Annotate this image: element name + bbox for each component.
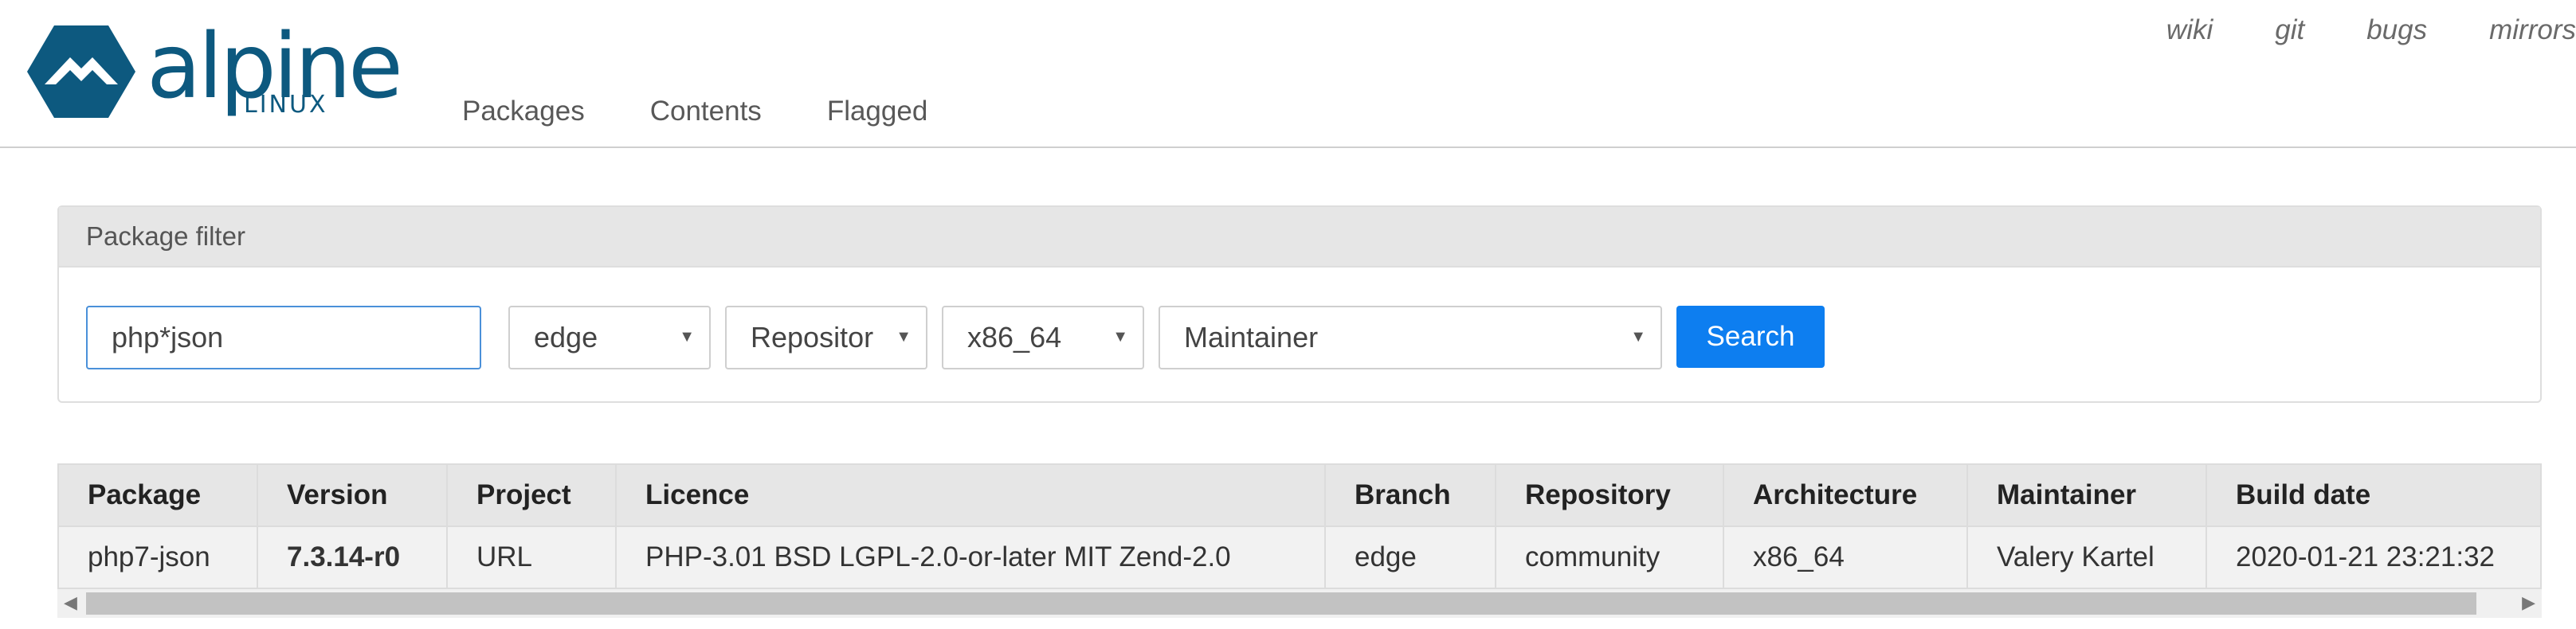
nav-packages[interactable]: Packages xyxy=(462,96,585,127)
package-name-value: php*json xyxy=(112,321,224,354)
maintainer-select[interactable]: Maintainer ▼ xyxy=(1159,306,1662,369)
maintainer-value: Maintainer xyxy=(1184,321,1319,354)
repository-value: Repositor xyxy=(751,321,874,354)
package-filter-panel: Package filter php*json edge ▼ Repositor… xyxy=(57,205,2542,403)
branch-select[interactable]: edge ▼ xyxy=(508,306,711,369)
table-row: php7-json 7.3.14-r0 URL PHP-3.01 BSD LGP… xyxy=(57,525,2542,589)
caret-down-icon: ▼ xyxy=(1112,328,1128,346)
col-project[interactable]: Project xyxy=(446,463,617,527)
maintainer-link[interactable]: Valery Kartel xyxy=(1966,525,2207,589)
packages-table: Package Version Project Licence Branch R… xyxy=(57,463,2542,589)
nav-bugs[interactable]: bugs xyxy=(2366,14,2427,46)
nav-mirrors[interactable]: mirrors xyxy=(2489,14,2576,46)
architecture-select[interactable]: x86_64 ▼ xyxy=(942,306,1144,369)
package-name-input[interactable]: php*json xyxy=(86,306,481,369)
nav-contents[interactable]: Contents xyxy=(650,96,762,127)
caret-down-icon: ▼ xyxy=(679,328,695,346)
package-link[interactable]: php7-json xyxy=(57,525,258,589)
col-maintainer[interactable]: Maintainer xyxy=(1966,463,2207,527)
version-cell: 7.3.14-r0 xyxy=(257,525,448,589)
horizontal-scrollbar[interactable]: ◀ ▶ xyxy=(57,589,2542,618)
table-header-row: Package Version Project Licence Branch R… xyxy=(57,463,2542,527)
col-build-date[interactable]: Build date xyxy=(2205,463,2542,527)
scroll-thumb[interactable] xyxy=(86,592,2476,615)
col-repository[interactable]: Repository xyxy=(1495,463,1724,527)
col-licence[interactable]: Licence xyxy=(615,463,1326,527)
caret-down-icon: ▼ xyxy=(896,328,912,346)
logo-subtitle: LINUX xyxy=(244,91,328,119)
repository-select[interactable]: Repositor ▼ xyxy=(725,306,927,369)
col-package[interactable]: Package xyxy=(57,463,258,527)
col-branch[interactable]: Branch xyxy=(1324,463,1496,527)
panel-title: Package filter xyxy=(59,207,2540,268)
branch-cell: edge xyxy=(1324,525,1496,589)
build-date-cell: 2020-01-21 23:21:32 xyxy=(2205,525,2542,589)
licence-cell: PHP-3.01 BSD LGPL-2.0-or-later MIT Zend-… xyxy=(615,525,1326,589)
col-version[interactable]: Version xyxy=(257,463,448,527)
search-button[interactable]: Search xyxy=(1676,306,1825,368)
caret-down-icon: ▼ xyxy=(1630,328,1646,346)
col-architecture[interactable]: Architecture xyxy=(1723,463,1968,527)
header-divider xyxy=(0,147,2576,148)
project-url-link[interactable]: URL xyxy=(446,525,617,589)
scroll-right-icon[interactable]: ▶ xyxy=(2522,592,2535,613)
architecture-link[interactable]: x86_64 xyxy=(1723,525,1968,589)
alpine-logo-icon[interactable] xyxy=(27,25,135,118)
branch-value: edge xyxy=(534,321,598,354)
nav-git[interactable]: git xyxy=(2275,14,2304,46)
top-nav: wiki git bugs mirrors xyxy=(2104,14,2576,46)
main-nav: Packages Contents Flagged xyxy=(462,96,993,127)
scroll-left-icon[interactable]: ◀ xyxy=(64,592,77,613)
nav-wiki[interactable]: wiki xyxy=(2166,14,2213,46)
nav-flagged[interactable]: Flagged xyxy=(827,96,927,127)
repository-link[interactable]: community xyxy=(1495,525,1724,589)
architecture-value: x86_64 xyxy=(967,321,1062,354)
